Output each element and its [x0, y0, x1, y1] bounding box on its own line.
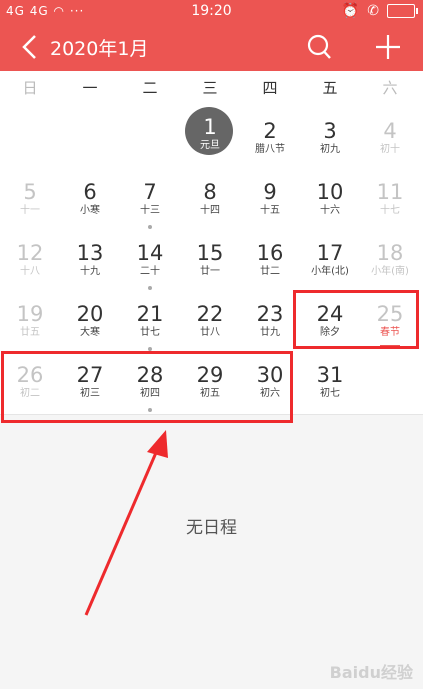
watermark-logo: Baidu经验: [329, 663, 413, 682]
annotation-arrow-icon: [84, 430, 168, 616]
